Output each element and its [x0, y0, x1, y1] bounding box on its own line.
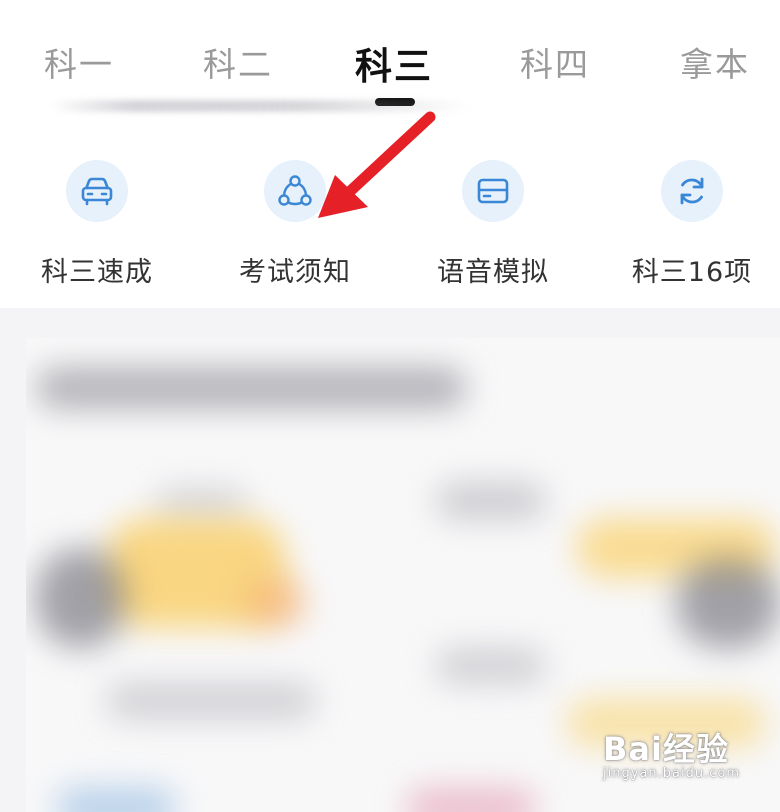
feature-label: 语音模拟: [437, 257, 549, 288]
tab-subject-4[interactable]: 科四: [520, 38, 590, 86]
blurred-image: [56, 788, 176, 812]
feature-subject3-16-items[interactable]: 科三16项: [617, 160, 767, 290]
card-icon: [462, 160, 524, 222]
blurred-image: [36, 548, 126, 648]
watermark-logo-text: Bai经验: [603, 730, 729, 768]
tab-subject-2[interactable]: 科二: [203, 38, 273, 86]
blurred-text: [436, 483, 546, 519]
feature-label: 科三16项: [631, 257, 753, 288]
feature-subject3-crash-course[interactable]: 科三速成: [22, 160, 172, 290]
blurred-image: [406, 788, 536, 812]
subject-tab-bar: 科一 科二 科三 科四 拿本: [0, 0, 780, 110]
feature-voice-simulation[interactable]: 语音模拟: [418, 160, 568, 290]
share-nodes-icon: [264, 160, 326, 222]
blurred-image: [676, 558, 780, 648]
feature-label: 科三速成: [41, 257, 153, 288]
blurred-heading: [36, 368, 466, 408]
tab-get-license[interactable]: 拿本: [680, 38, 750, 86]
refresh-icon: [661, 160, 723, 222]
watermark-url: jingyan.baidu.com: [603, 766, 740, 781]
tab-subject-3[interactable]: 科三: [355, 36, 433, 90]
feature-label: 考试须知: [239, 257, 351, 288]
blurred-notice-row: [50, 100, 470, 112]
top-panel: 科一 科二 科三 科四 拿本 科三速成 考试须知 语音模拟 科三16项: [0, 0, 780, 308]
feature-exam-notice[interactable]: 考试须知: [220, 160, 370, 290]
baidu-jingyan-watermark: Bai经验 jingyan.baidu.com: [603, 732, 740, 782]
tab-subject-1[interactable]: 科一: [44, 38, 114, 86]
blurred-text: [436, 648, 546, 684]
blurred-text: [106, 683, 316, 719]
blurred-image: [246, 578, 306, 628]
blurred-text: [156, 488, 246, 518]
car-icon: [66, 160, 128, 222]
